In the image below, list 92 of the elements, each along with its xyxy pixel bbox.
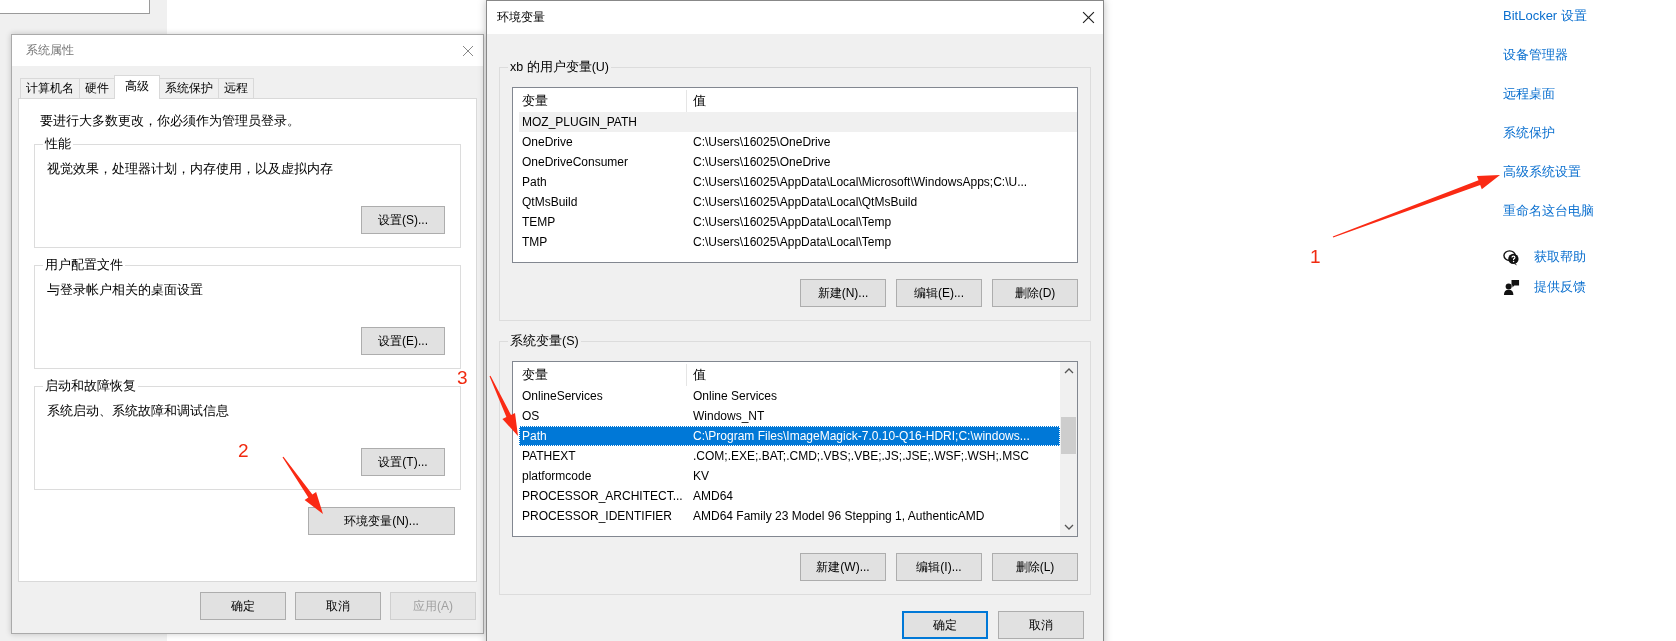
list-button[interactable]: 新建(W)... — [800, 553, 886, 581]
scrollbar[interactable] — [1060, 362, 1077, 536]
group-description: 视觉效果，处理器计划，内存使用，以及虚拟内存 — [47, 161, 334, 178]
close-icon[interactable] — [1082, 11, 1095, 24]
variable-row[interactable]: QtMsBuild C:\Users\16025\AppData\Local\QtMsBuild — [519, 192, 1077, 212]
variable-name: TMP — [521, 235, 549, 249]
list-button[interactable]: 新建(N)... — [800, 279, 886, 307]
dialog-button[interactable]: 确定 — [200, 592, 286, 620]
tab[interactable]: 计算机名 — [20, 78, 80, 98]
variable-row[interactable]: OnlineServices Online Services — [519, 386, 1060, 406]
environment-variables-button[interactable]: 环境变量(N)... — [308, 507, 455, 535]
variable-value: C:\Users\16025\OneDrive — [692, 155, 831, 169]
variable-row[interactable]: Path C:\Users\16025\AppData\Local\Microsoft\WindowsApps;C:\U... — [519, 172, 1077, 192]
variable-row[interactable]: OS Windows_NT — [519, 406, 1060, 426]
list-button[interactable]: 删除(L) — [992, 553, 1078, 581]
help-link[interactable]: 提供反馈 — [1503, 278, 1594, 296]
settings-link[interactable]: 远程桌面 — [1503, 84, 1594, 103]
variable-row[interactable]: OneDriveConsumer C:\Users\16025\OneDrive — [519, 152, 1077, 172]
group-title: 用户配置文件 — [43, 257, 125, 274]
column-header[interactable]: 值 — [687, 90, 706, 112]
variable-value: C:\Users\16025\OneDrive — [692, 135, 831, 149]
variable-row[interactable]: OneDrive C:\Users\16025\OneDrive — [519, 132, 1077, 152]
variable-value: AMD64 Family 23 Model 96 Stepping 1, AuthenticAMD — [692, 509, 985, 523]
group-description: 与登录帐户相关的桌面设置 — [47, 282, 204, 299]
step-number: 2 — [238, 440, 249, 462]
group-title: 启动和故障恢复 — [43, 378, 138, 395]
dialog-button[interactable]: 确定 — [902, 611, 988, 639]
window-title: 系统属性 — [26, 42, 74, 59]
variable-name: OneDrive — [521, 135, 574, 149]
settings-button[interactable]: 设置(S)... — [361, 206, 445, 234]
variable-row[interactable]: platformcode KV — [519, 466, 1060, 486]
chat-bubble-icon — [1503, 248, 1520, 266]
variable-value: C:\Users\16025\AppData\Local\Microsoft\WindowsApps;C:\U... — [692, 175, 1028, 189]
list-button[interactable]: 删除(D) — [992, 279, 1078, 307]
settings-link[interactable]: 设备管理器 — [1503, 45, 1594, 64]
variable-value: C:\Users\16025\AppData\Local\Temp — [692, 235, 892, 249]
window-title: 环境变量 — [497, 9, 545, 26]
person-message-icon — [1503, 278, 1520, 296]
group-title: 系统变量(S) — [508, 333, 581, 350]
dialog-button[interactable]: 取消 — [998, 611, 1084, 639]
variable-row[interactable]: TEMP C:\Users\16025\AppData\Local\Temp — [519, 212, 1077, 232]
variable-value: C:\Program Files\ImageMagick-7.0.10-Q16-HDRI;C:\windows... — [692, 429, 1030, 443]
settings-link[interactable]: BitLocker 设置 — [1503, 6, 1594, 25]
variable-row[interactable]: MOZ_PLUGIN_PATH — [519, 112, 1077, 132]
settings-link[interactable]: 系统保护 — [1503, 123, 1594, 142]
variable-value: .COM;.EXE;.BAT;.CMD;.VBS;.VBE;.JS;.JSE;.WSF;.WSH;.MSC — [692, 449, 1029, 463]
list-button[interactable]: 编辑(I)... — [896, 553, 982, 581]
variable-name: OneDriveConsumer — [521, 155, 630, 169]
scroll-down-icon[interactable] — [1063, 524, 1074, 530]
variable-name: platformcode — [521, 469, 593, 483]
settings-button[interactable]: 设置(E)... — [361, 327, 445, 355]
group-title: xb 的用户变量(U) — [508, 59, 612, 76]
variable-name: PROCESSOR_IDENTIFIER — [521, 509, 674, 523]
scrollbar-thumb[interactable] — [1061, 417, 1076, 454]
variable-row[interactable]: Path C:\Program Files\ImageMagick-7.0.10-Q16-HDRI;C:\windows... — [519, 426, 1060, 446]
settings-link[interactable]: 高级系统设置 — [1503, 162, 1594, 181]
settings-link[interactable]: 重命名这台电脑 — [1503, 201, 1594, 220]
settings-button[interactable]: 设置(T)... — [361, 448, 445, 476]
variable-value: C:\Users\16025\AppData\Local\Temp — [692, 215, 892, 229]
column-header[interactable]: 值 — [687, 364, 706, 386]
variable-row[interactable]: PATHEXT .COM;.EXE;.BAT;.CMD;.VBS;.VBE;.JS;.JSE;.WSF;.WSH;.MSC — [519, 446, 1060, 466]
variable-value: AMD64 — [692, 489, 733, 503]
variable-name: OnlineServices — [521, 389, 604, 403]
column-header[interactable]: 变量 — [519, 364, 687, 386]
tab[interactable]: 高级 — [114, 75, 160, 99]
scroll-up-icon[interactable] — [1063, 368, 1074, 374]
tab[interactable]: 远程 — [218, 78, 254, 98]
annotation-arrow — [282, 456, 323, 514]
variable-name: QtMsBuild — [521, 195, 579, 209]
variable-row[interactable]: PROCESSOR_ARCHITECT... AMD64 — [519, 486, 1060, 506]
variable-value: Online Services — [692, 389, 778, 403]
step-number: 1 — [1310, 246, 1321, 268]
variable-name: Path — [521, 429, 548, 443]
notice-text: 要进行大多数更改，你必须作为管理员登录。 — [40, 113, 301, 130]
help-link[interactable]: 获取帮助 — [1503, 248, 1594, 266]
list-button[interactable]: 编辑(E)... — [896, 279, 982, 307]
variable-row[interactable]: PROCESSOR_IDENTIFIER AMD64 Family 23 Model 96 Stepping 1, AuthenticAMD — [519, 506, 1060, 526]
variable-name: OS — [521, 409, 541, 423]
group-description: 系统启动、系统故障和调试信息 — [47, 403, 230, 420]
variable-row[interactable]: TMP C:\Users\16025\AppData\Local\Temp — [519, 232, 1077, 252]
variable-name: PATHEXT — [521, 449, 577, 463]
dialog-button[interactable]: 取消 — [295, 592, 381, 620]
variable-name: PROCESSOR_ARCHITECT... — [521, 489, 684, 503]
variable-value: Windows_NT — [692, 409, 765, 423]
variable-value: C:\Users\16025\AppData\Local\QtMsBuild — [692, 195, 918, 209]
step-number: 3 — [457, 367, 468, 389]
group-title: 性能 — [43, 136, 73, 153]
annotation-arrow — [489, 375, 518, 436]
variable-name: TEMP — [521, 215, 557, 229]
variable-name: MOZ_PLUGIN_PATH — [521, 115, 638, 129]
variable-name: Path — [521, 175, 548, 189]
variable-value: KV — [692, 469, 709, 483]
